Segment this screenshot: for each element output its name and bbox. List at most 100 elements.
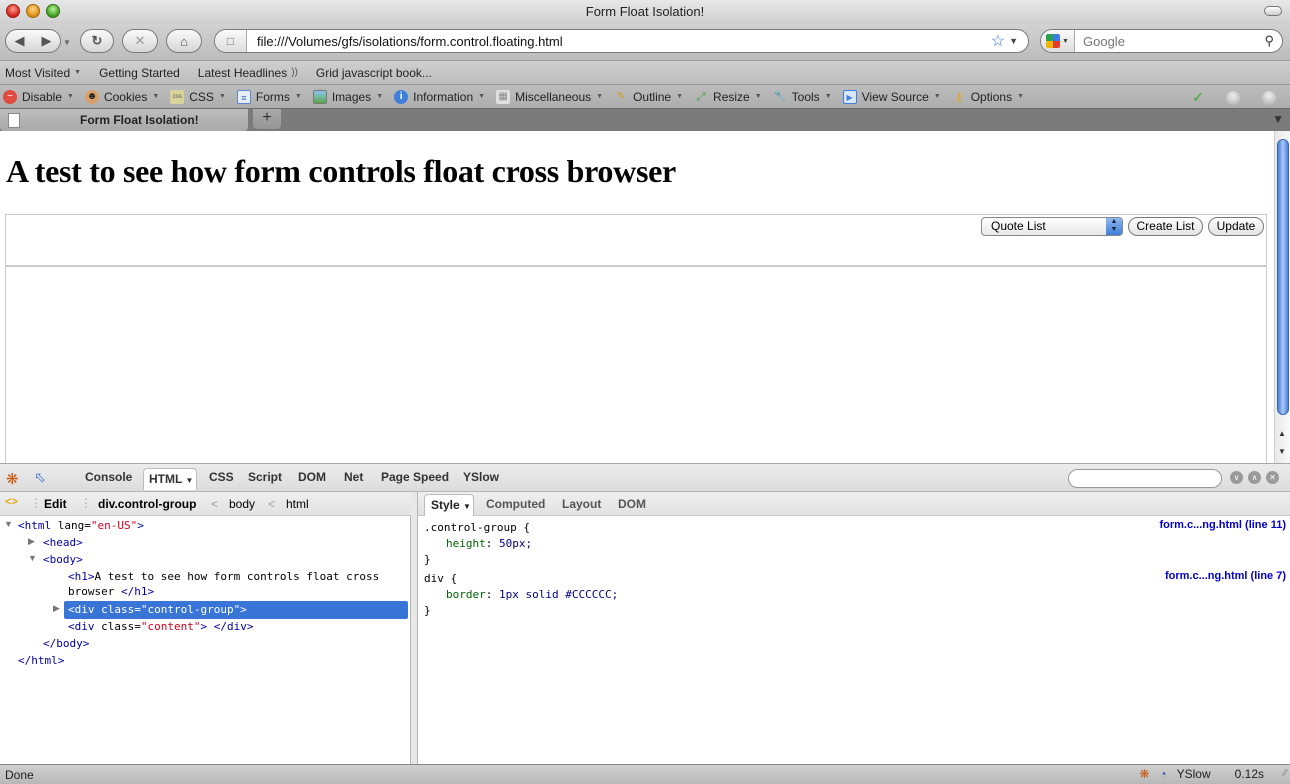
collapsed-twisty-icon[interactable]: ▶ <box>53 603 60 614</box>
side-tab-computed[interactable]: Computed <box>486 497 545 511</box>
bookmark-getting-started[interactable]: Getting Started <box>99 66 180 80</box>
tree-node-body-close[interactable]: </body> <box>43 637 89 651</box>
update-button[interactable]: Update <box>1208 217 1264 236</box>
tree-node-h1[interactable]: <h1>A test to see how form controls floa… <box>68 570 379 584</box>
url-input[interactable]: file:///Volumes/gfs/isolations/form.cont… <box>247 34 991 49</box>
tree-node-head[interactable]: <head> <box>43 536 83 550</box>
breadcrumb-div-control-group[interactable]: div.control-group <box>98 497 196 511</box>
fb-tab-html[interactable]: HTML ▼ <box>143 468 197 490</box>
css-rule-close: } <box>424 553 431 566</box>
breadcrumb-body[interactable]: body <box>229 497 255 511</box>
page-heading: A test to see how form controls float cr… <box>6 153 676 189</box>
status-text: Done <box>5 768 34 782</box>
tab-form-float-isolation[interactable]: Form Float Isolation! <box>0 109 248 131</box>
devbar-cookies[interactable]: ☻ Cookies ▼ <box>84 89 160 104</box>
checkmark-icon[interactable]: ✓ <box>1192 89 1204 106</box>
firebug-icon[interactable]: ❋ <box>6 470 19 488</box>
tools-icon: 🔧 <box>773 90 786 102</box>
chevron-down-icon: ▼ <box>376 93 384 100</box>
panel-splitter[interactable] <box>411 492 418 764</box>
fb-tab-css[interactable]: CSS <box>209 470 234 484</box>
toolbar-toggle-button[interactable] <box>1264 6 1282 16</box>
search-engine-selector[interactable]: ▼ <box>1041 30 1075 52</box>
devbar-forms[interactable]: ≡ Forms ▼ <box>236 89 302 104</box>
markup-icon[interactable]: <> <box>5 496 18 508</box>
create-list-button[interactable]: Create List <box>1128 217 1203 236</box>
css-status-icon[interactable] <box>1226 90 1240 105</box>
devbar-tools[interactable]: 🔧 Tools ▼ <box>773 90 831 104</box>
source-link[interactable]: form.c...ng.html (line 11) <box>1159 519 1286 531</box>
inspect-element-icon[interactable]: ⬁ <box>34 469 46 486</box>
tree-node-h1-cont[interactable]: browser </h1> <box>68 585 154 599</box>
chevron-down-icon: ▼ <box>74 69 82 76</box>
web-developer-toolbar: − Disable ▼ ☻ Cookies ▼ css CSS ▼ ≡ Forms ▼ Imag… <box>0 84 1290 108</box>
fb-tab-console[interactable]: Console <box>85 470 132 484</box>
home-button[interactable]: ⌂ <box>166 29 202 53</box>
vertical-scrollbar[interactable]: ▲ ▼ <box>1274 131 1290 463</box>
forward-button[interactable]: ▶ <box>33 33 60 49</box>
tab-list-icon[interactable]: ▼ <box>1272 112 1284 126</box>
devbar-css[interactable]: css CSS ▼ <box>170 89 226 104</box>
side-tab-dom[interactable]: DOM <box>618 497 646 511</box>
tree-node-html-close[interactable]: </html> <box>18 654 64 668</box>
devbar-disable[interactable]: − Disable ▼ <box>3 89 74 104</box>
firebug-status-icon[interactable]: ❋ <box>1139 767 1149 781</box>
tree-node-div-content[interactable]: <div class="content"> </div> <box>68 620 253 634</box>
devbar-outline[interactable]: ✎ Outline ▼ <box>614 90 683 104</box>
detach-firebug-button[interactable]: ∧ <box>1248 471 1261 484</box>
expanded-twisty-icon[interactable]: ▼ <box>28 553 37 563</box>
bookmark-latest-headlines[interactable]: Latest Headlines)) <box>198 66 298 80</box>
css-declaration[interactable]: border: 1px solid #CCCCCC; <box>446 587 618 602</box>
collapsed-twisty-icon[interactable]: ▶ <box>28 536 35 547</box>
new-tab-button[interactable]: + <box>253 109 281 129</box>
scroll-down-icon[interactable]: ▼ <box>1278 447 1286 456</box>
scrollbar-thumb[interactable] <box>1277 139 1289 415</box>
resize-grip-icon[interactable]: ∕∕ <box>1284 768 1287 779</box>
js-status-icon[interactable] <box>1262 90 1276 105</box>
close-firebug-button[interactable]: ✕ <box>1266 471 1279 484</box>
tree-node-div-control-group[interactable]: <div class="control-group"> <box>68 603 247 617</box>
history-dropdown-icon[interactable]: ▼ <box>63 38 71 47</box>
quote-list-select[interactable]: Quote List ▲ ▼ <box>981 217 1123 236</box>
bookmark-star-icon[interactable]: ☆ <box>991 31 1005 51</box>
side-tab-layout[interactable]: Layout <box>562 497 601 511</box>
css-selector[interactable]: div { <box>424 571 457 586</box>
css-declaration[interactable]: height: 50px; <box>446 536 532 551</box>
stop-button[interactable]: ✕ <box>122 29 158 53</box>
back-forward-group: ◀ ▶ <box>5 29 61 53</box>
search-input[interactable] <box>1075 33 1265 49</box>
fb-tab-page-speed[interactable]: Page Speed <box>381 470 449 484</box>
tree-node-body[interactable]: <body> <box>43 553 83 567</box>
back-button[interactable]: ◀ <box>6 33 33 49</box>
edit-button[interactable]: Edit <box>44 497 67 511</box>
scroll-up-icon[interactable]: ▲ <box>1278 429 1286 438</box>
fb-tab-script[interactable]: Script <box>248 470 282 484</box>
bookmark-grid-javascript-book[interactable]: Grid javascript book... <box>316 66 432 80</box>
side-tab-style[interactable]: Style ▼ <box>424 494 474 516</box>
fb-tab-yslow[interactable]: YSlow <box>463 470 499 484</box>
reload-button[interactable]: ↻ <box>80 29 114 53</box>
devbar-options[interactable]: ⚷ Options ▼ <box>952 90 1024 104</box>
url-bar[interactable]: □ file:///Volumes/gfs/isolations/form.co… <box>214 29 1029 53</box>
minimize-firebug-button[interactable]: ∨ <box>1230 471 1243 484</box>
breadcrumb-html[interactable]: html <box>286 497 309 511</box>
tree-node-html[interactable]: <html lang="en-US"> <box>18 519 144 533</box>
devbar-images[interactable]: Images ▼ <box>312 89 384 104</box>
url-dropdown-icon[interactable]: ▼ <box>1009 36 1018 46</box>
devbar-resize[interactable]: ⤢ Resize ▼ <box>694 90 762 104</box>
devbar-view-source[interactable]: ▶ View Source ▼ <box>842 89 941 104</box>
fb-tab-net[interactable]: Net <box>344 470 363 484</box>
firebug-search-input[interactable] <box>1068 469 1222 488</box>
devbar-miscellaneous[interactable]: ▦ Miscellaneous ▼ <box>496 89 603 104</box>
source-link[interactable]: form.c...ng.html (line 7) <box>1165 570 1286 582</box>
expanded-twisty-icon[interactable]: ▼ <box>4 519 13 529</box>
yslow-icon[interactable]: ◔ <box>1159 767 1166 781</box>
css-selector[interactable]: .control-group { <box>424 520 530 535</box>
devbar-information[interactable]: i Information ▼ <box>394 89 485 104</box>
chevron-down-icon: ▼ <box>152 93 160 100</box>
page-icon[interactable]: □ <box>215 30 247 52</box>
yslow-label[interactable]: YSlow <box>1177 767 1211 781</box>
fb-tab-dom[interactable]: DOM <box>298 470 326 484</box>
bookmark-most-visited[interactable]: Most Visited ▼ <box>5 66 81 80</box>
search-icon[interactable]: ⚲ <box>1264 33 1274 49</box>
